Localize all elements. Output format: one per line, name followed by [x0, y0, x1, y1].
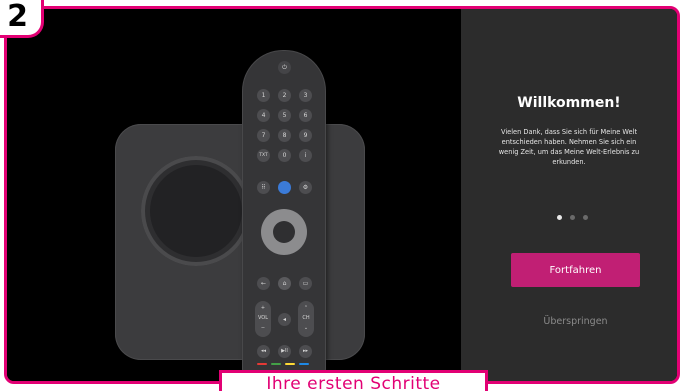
remote-key-2: 2	[278, 89, 291, 102]
blue-key	[299, 363, 309, 365]
pagination-dots	[557, 215, 588, 220]
remote-key-4: 4	[257, 109, 270, 122]
dpad-ok	[273, 221, 295, 243]
tutorial-frame: ⏻ 1 2 3 4 5 6 7 8 9 TXT 0 i ⠿ ⚙ ← ⌂ ▭ + …	[4, 6, 680, 384]
pagination-dot	[583, 215, 588, 220]
assistant-icon	[278, 181, 291, 194]
continue-button[interactable]: Fortfahren	[511, 253, 640, 287]
caption-label: Ihre ersten Schritte	[219, 370, 488, 391]
set-top-box	[115, 124, 365, 360]
welcome-title: Willkommen!	[517, 95, 621, 111]
remote-key-info: i	[299, 149, 312, 162]
dpad	[261, 209, 307, 255]
pagination-dot	[557, 215, 562, 220]
pagination-dot	[570, 215, 575, 220]
step-number-badge: 2	[0, 0, 44, 38]
remote-key-7: 7	[257, 129, 270, 142]
remote-key-8: 8	[278, 129, 291, 142]
yellow-key	[285, 363, 295, 365]
skip-button[interactable]: Überspringen	[511, 309, 640, 333]
volume-rocker: + VOL −	[255, 301, 271, 337]
red-key	[257, 363, 267, 365]
product-image: ⏻ 1 2 3 4 5 6 7 8 9 TXT 0 i ⠿ ⚙ ← ⌂ ▭ + …	[7, 9, 461, 381]
remote-key-txt: TXT	[257, 149, 270, 162]
home-icon: ⌂	[278, 277, 291, 290]
welcome-panel: Willkommen! Vielen Dank, dass Sie sich f…	[461, 9, 677, 381]
menu-grid-icon: ⠿	[257, 181, 270, 194]
remote-key-3: 3	[299, 89, 312, 102]
set-top-box-ring	[141, 156, 251, 266]
remote-key-0: 0	[278, 149, 291, 162]
welcome-description: Vielen Dank, dass Sie sich für Meine Wel…	[498, 128, 640, 166]
channel-rocker: ⌃ CH ⌄	[298, 301, 314, 337]
power-icon: ⏻	[278, 61, 291, 74]
remote-key-9: 9	[299, 129, 312, 142]
fast-forward-icon: ▸▸	[299, 345, 312, 358]
remote-control: ⏻ 1 2 3 4 5 6 7 8 9 TXT 0 i ⠿ ⚙ ← ⌂ ▭ + …	[243, 51, 325, 381]
green-key	[271, 363, 281, 365]
remote-key-6: 6	[299, 109, 312, 122]
remote-key-1: 1	[257, 89, 270, 102]
mute-icon: ◂	[278, 313, 291, 326]
back-icon: ←	[257, 277, 270, 290]
settings-icon: ⚙	[299, 181, 312, 194]
remote-key-5: 5	[278, 109, 291, 122]
rewind-icon: ◂◂	[257, 345, 270, 358]
tv-icon: ▭	[299, 277, 312, 290]
play-pause-icon: ▶II	[278, 345, 291, 358]
